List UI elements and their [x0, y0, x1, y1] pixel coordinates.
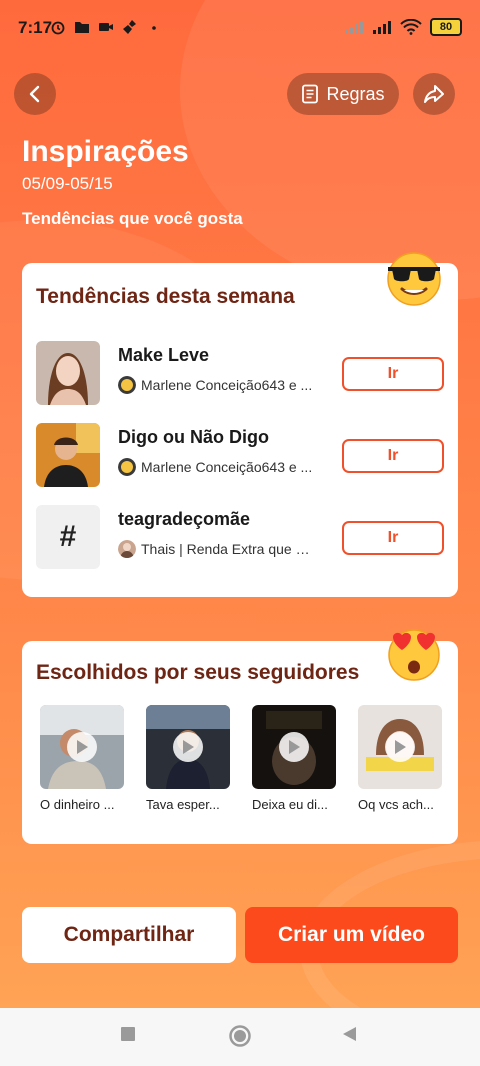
trend-row[interactable]: Make Leve Marlene Conceição643 e ... Ir: [36, 341, 444, 407]
recent-apps-icon[interactable]: [120, 1026, 136, 1042]
status-bar: 7:17 80: [0, 0, 480, 56]
avatar: [118, 458, 136, 476]
trend-name: Make Leve: [118, 345, 210, 365]
video-item[interactable]: Deixa eu di...: [252, 705, 338, 812]
followers-card: Escolhidos por seus seguidores O dinheir…: [22, 629, 458, 844]
play-icon: [385, 732, 415, 762]
trends-title: Tendências desta semana: [36, 285, 295, 308]
back-button[interactable]: [14, 73, 56, 115]
alarm-icon: [51, 21, 65, 35]
page-title: Inspirações: [22, 135, 189, 168]
back-nav-icon[interactable]: [342, 1026, 358, 1042]
video-thumbnail: [146, 705, 230, 789]
followers-title: Escolhidos por seus seguidores: [36, 661, 360, 684]
trend-thumbnail: [36, 341, 100, 405]
avatar: [118, 540, 136, 558]
go-button[interactable]: Ir: [342, 357, 444, 391]
play-icon: [173, 732, 203, 762]
dot-icon: [152, 26, 156, 30]
status-time: 7:17: [18, 18, 53, 37]
trend-meta: Marlene Conceição643 e ...: [118, 376, 314, 394]
trend-name: teagradeçomãe: [118, 509, 251, 529]
video-item[interactable]: O dinheiro ...: [40, 705, 126, 812]
rules-label: Regras: [326, 83, 385, 104]
broom-icon: [123, 20, 136, 34]
video-caption: Deixa eu di...: [252, 797, 328, 812]
rules-button[interactable]: Regras: [287, 73, 399, 115]
share-icon-button[interactable]: [413, 73, 455, 115]
video-caption: O dinheiro ...: [40, 797, 115, 812]
system-nav-bar: [0, 1008, 480, 1066]
trend-meta: Marlene Conceição643 e ...: [118, 458, 314, 476]
share-button[interactable]: Compartilhar: [22, 907, 236, 963]
share-arrow-icon: [424, 85, 444, 103]
trends-card: Tendências desta semana Make Leve Marlen…: [22, 252, 458, 597]
video-thumbnail: [40, 705, 124, 789]
video-caption: Tava esper...: [146, 797, 220, 812]
trend-row[interactable]: # teagradeçomãe Thais | Renda Extra que …: [36, 505, 444, 571]
video-camera-icon: [99, 23, 113, 31]
heart-eyes-emoji-icon: [388, 629, 440, 681]
folder-icon: [75, 22, 89, 33]
play-icon: [279, 732, 309, 762]
signal-off-icon: [345, 21, 363, 34]
wifi-icon: [400, 19, 422, 35]
document-icon: [302, 84, 319, 104]
trend-thumbnail: [36, 423, 100, 487]
create-video-button[interactable]: Criar um vídeo: [245, 907, 458, 963]
trend-row[interactable]: Digo ou Não Digo Marlene Conceição643 e …: [36, 423, 444, 489]
video-thumbnail: [358, 705, 442, 789]
date-range: 05/09-05/15: [22, 174, 113, 193]
play-icon: [67, 732, 97, 762]
video-item[interactable]: Tava esper...: [146, 705, 232, 812]
video-caption: Oq vcs ach...: [358, 797, 434, 812]
chevron-left-icon: [29, 85, 40, 103]
signal-icon: [373, 21, 391, 34]
go-button[interactable]: Ir: [342, 521, 444, 555]
avatar: [118, 376, 136, 394]
go-button[interactable]: Ir: [342, 439, 444, 473]
trend-name: Digo ou Não Digo: [118, 427, 269, 447]
sunglasses-emoji-icon: [387, 252, 441, 306]
video-thumbnail: [252, 705, 336, 789]
hashtag-icon: #: [36, 505, 100, 569]
page-subtitle: Tendências que você gosta: [22, 209, 243, 228]
home-icon[interactable]: [228, 1024, 252, 1048]
battery-icon: 80: [430, 18, 462, 36]
video-item[interactable]: Oq vcs ach...: [358, 705, 444, 812]
trend-meta: Thais | Renda Extra que vo...: [118, 540, 314, 558]
